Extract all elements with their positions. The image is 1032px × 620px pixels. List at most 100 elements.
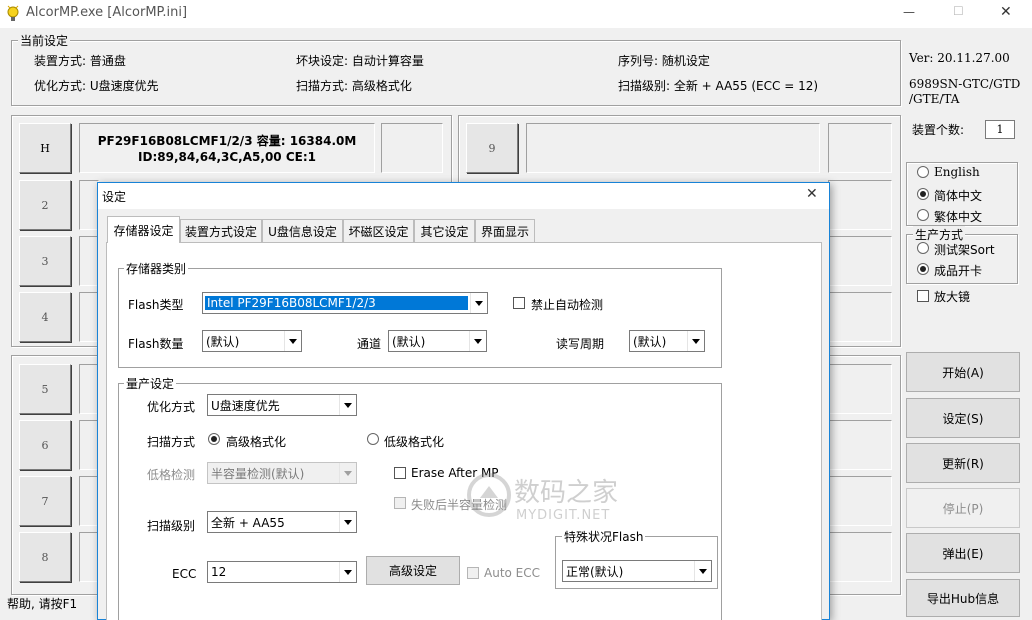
- close-button[interactable]: ✕: [1000, 4, 1012, 20]
- special-flash-dropdown-icon: [694, 561, 711, 581]
- flash-type-select[interactable]: Intel PF29F16B08LCMF1/2/3: [202, 292, 488, 314]
- english-label: English: [934, 165, 980, 179]
- rw-cycle-select[interactable]: (默认): [629, 330, 705, 352]
- port-13-status: [828, 364, 892, 414]
- export-hub-button[interactable]: 导出Hub信息: [906, 579, 1020, 617]
- storage-type-group: [118, 268, 722, 368]
- tab-ui-display[interactable]: 界面显示: [475, 219, 535, 242]
- high-format-radio[interactable]: [208, 433, 220, 445]
- port-4-button[interactable]: 4: [19, 292, 71, 342]
- maximize-button[interactable]: ☐: [953, 4, 964, 18]
- english-radio[interactable]: [917, 166, 929, 178]
- serial-text: 序列号: 随机设定: [618, 54, 710, 68]
- disable-auto-detect-checkbox[interactable]: [513, 297, 525, 309]
- port-9-button[interactable]: 9: [466, 123, 518, 173]
- fail-half-check-label: 失败后半容量检测: [411, 498, 508, 512]
- channel-select[interactable]: (默认): [388, 330, 487, 352]
- chip-model-text-2: /GTE/TA: [909, 92, 960, 106]
- rw-cycle-value: (默认): [633, 334, 667, 349]
- eject-button[interactable]: 弹出(E): [906, 533, 1020, 573]
- magnifier-checkbox[interactable]: [917, 290, 929, 302]
- port-1-info: PF29F16B08LCMF1/2/3 容量: 16384.0M ID:89,8…: [79, 123, 375, 173]
- tab-install-mode[interactable]: 装置方式设定: [180, 219, 262, 242]
- dialog-close-button[interactable]: ✕: [806, 186, 818, 202]
- traditional-chinese-label: 繁体中文: [934, 210, 983, 224]
- finished-product-radio[interactable]: [917, 263, 929, 275]
- stop-button[interactable]: 停止(P): [906, 488, 1020, 528]
- settings-button[interactable]: 设定(S): [906, 398, 1020, 438]
- scan-level-select[interactable]: 全新 + AA55: [207, 511, 357, 533]
- fail-half-check-checkbox[interactable]: [394, 497, 406, 509]
- ecc-select[interactable]: 12: [207, 561, 357, 583]
- rw-cycle-dropdown-icon: [687, 331, 704, 351]
- special-flash-title: 特殊状况Flash: [562, 528, 646, 545]
- port-8-button[interactable]: 8: [19, 532, 71, 582]
- scan-mode-text: 扫描方式: 高级格式化: [296, 79, 412, 93]
- update-button[interactable]: 更新(R): [906, 443, 1020, 483]
- advanced-settings-button[interactable]: 高级设定: [366, 556, 460, 585]
- test-rack-radio[interactable]: [917, 242, 929, 254]
- low-format-label: 低级格式化: [384, 435, 445, 449]
- port-15-status: [828, 476, 892, 526]
- port-7-info: [79, 476, 99, 526]
- current-settings-group: [11, 40, 901, 106]
- device-count-label: 装置个数:: [912, 123, 965, 137]
- install-mode-text: 装置方式: 普通盘: [34, 54, 126, 68]
- mass-production-title: 量产设定: [124, 375, 177, 392]
- low-format-radio[interactable]: [367, 433, 379, 445]
- flash-count-dropdown-icon: [284, 331, 301, 351]
- flash-count-value: (默认): [206, 334, 240, 349]
- magnifier-label: 放大镜: [934, 290, 971, 304]
- settings-dialog-title: 设定: [102, 190, 127, 204]
- finished-product-label: 成品开卡: [934, 264, 983, 278]
- port-3-info: [79, 236, 99, 286]
- port-8-info: [79, 532, 99, 582]
- erase-after-mp-checkbox[interactable]: [394, 467, 406, 479]
- port-2-button[interactable]: 2: [19, 180, 71, 230]
- simplified-chinese-label: 简体中文: [934, 189, 983, 203]
- port-11-status: [828, 236, 892, 286]
- tab-bad-sector[interactable]: 坏磁区设定: [343, 219, 414, 242]
- settings-dialog-titlebar: [98, 183, 829, 209]
- disable-auto-detect-label: 禁止自动检测: [531, 298, 604, 312]
- port-1-id-info: ID:89,84,64,3C,A5,00 CE:1: [138, 150, 316, 164]
- port-5-button[interactable]: 5: [19, 364, 71, 414]
- flash-count-select[interactable]: (默认): [202, 330, 302, 352]
- optimize-select[interactable]: U盘速度优先: [207, 394, 357, 416]
- app-bulb-icon: [6, 5, 20, 26]
- high-format-label: 高级格式化: [226, 435, 287, 449]
- version-text: Ver: 20.11.27.00: [909, 51, 1010, 65]
- port-10-status: [828, 180, 892, 230]
- port-14-status: [828, 420, 892, 470]
- rw-cycle-label: 读写周期: [556, 337, 605, 351]
- title-bar: AlcorMP.exe [AlcorMP.ini] — ☐ ✕: [0, 0, 1032, 28]
- optimize-dropdown-icon: [339, 395, 356, 415]
- low-format-check-select[interactable]: 半容量检测(默认): [207, 462, 357, 484]
- bad-block-text: 坏块设定: 自动计算容量: [296, 54, 424, 68]
- scan-level-value: 全新 + AA55: [211, 515, 285, 530]
- storage-type-title: 存储器类别: [124, 260, 189, 277]
- port-16-status: [828, 532, 892, 582]
- port-3-button[interactable]: 3: [19, 236, 71, 286]
- window-title: AlcorMP.exe [AlcorMP.ini]: [26, 5, 188, 20]
- scan-mode-label: 扫描方式: [147, 435, 196, 449]
- port-4-info: [79, 292, 99, 342]
- port-6-button[interactable]: 6: [19, 420, 71, 470]
- channel-value: (默认): [392, 334, 426, 349]
- optimize-label: 优化方式: [147, 400, 196, 414]
- simplified-chinese-radio[interactable]: [917, 188, 929, 200]
- special-flash-select[interactable]: 正常(默认): [562, 560, 712, 582]
- auto-ecc-label: Auto ECC: [484, 566, 541, 580]
- port-7-button[interactable]: 7: [19, 476, 71, 526]
- ecc-label: ECC: [172, 567, 197, 581]
- port-1-button[interactable]: H: [19, 123, 71, 173]
- start-button[interactable]: 开始(A): [906, 352, 1020, 392]
- auto-ecc-checkbox[interactable]: [467, 567, 479, 579]
- tab-storage-settings[interactable]: 存储器设定: [107, 216, 180, 243]
- tab-other-settings[interactable]: 其它设定: [414, 219, 475, 242]
- special-flash-value: 正常(默认): [566, 564, 624, 579]
- tab-udisk-info[interactable]: U盘信息设定: [262, 219, 343, 242]
- low-format-check-dropdown-icon: [339, 463, 356, 483]
- traditional-chinese-radio[interactable]: [917, 209, 929, 221]
- minimize-button[interactable]: —: [903, 5, 915, 19]
